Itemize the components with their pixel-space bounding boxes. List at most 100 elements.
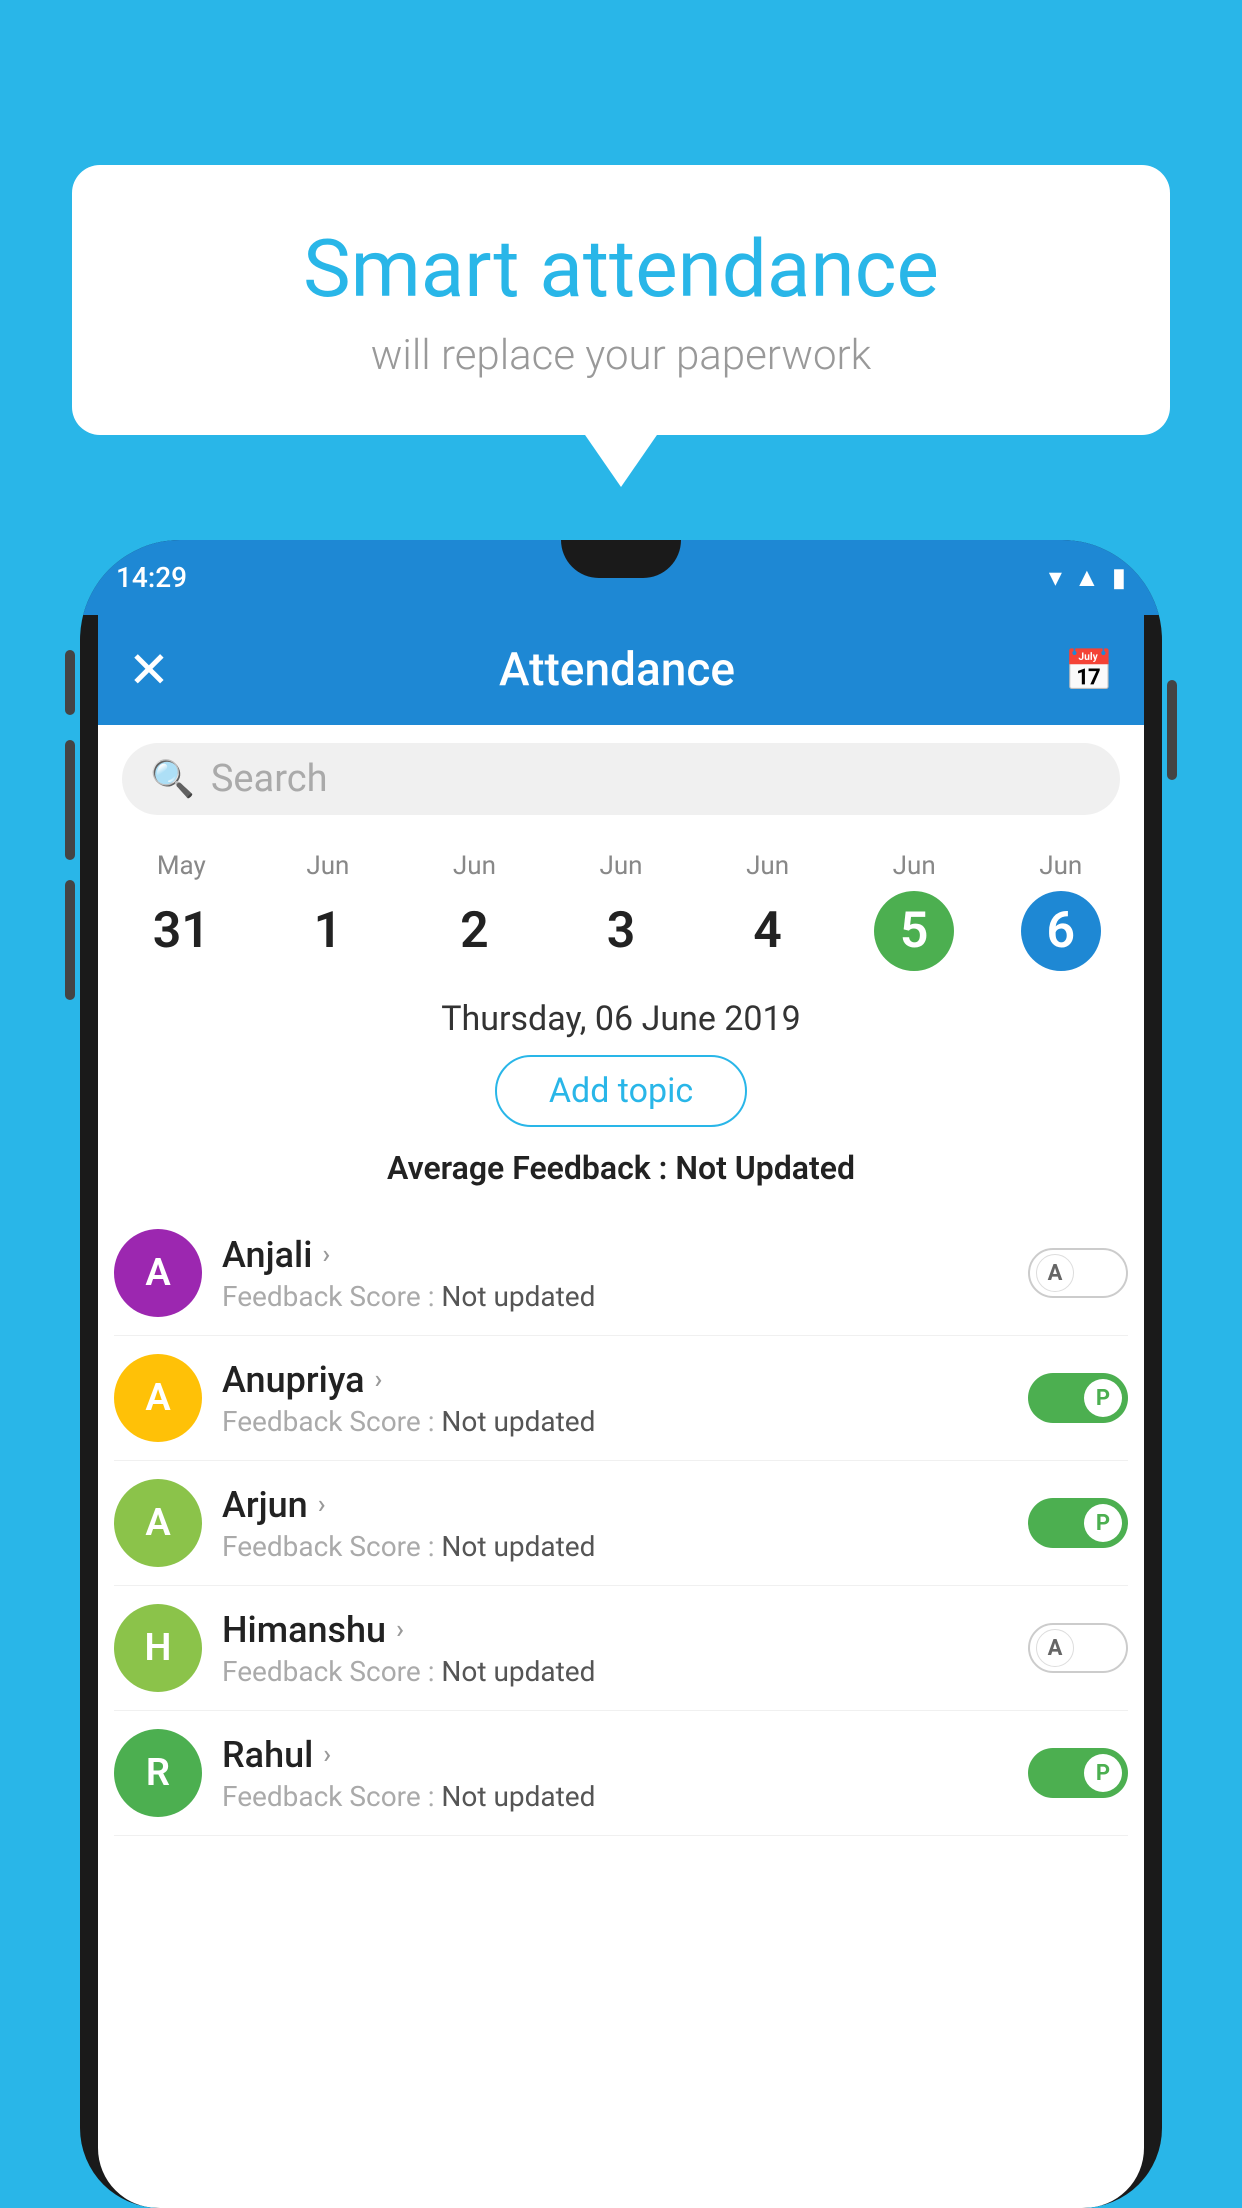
search-bar-container: 🔍 Search [98, 725, 1144, 833]
cal-month-label: Jun [987, 851, 1134, 881]
toggle-knob: P [1084, 1754, 1122, 1792]
toggle-off[interactable]: A [1028, 1248, 1128, 1298]
student-feedback: Feedback Score : Not updated [222, 1280, 1008, 1313]
app-bar-title: Attendance [170, 643, 1064, 697]
search-bar[interactable]: 🔍 Search [122, 743, 1120, 815]
cal-date-number: 5 [874, 891, 954, 971]
cal-month-label: Jun [401, 851, 548, 881]
toggle-off[interactable]: A [1028, 1623, 1128, 1673]
list-item: A Arjun › Feedback Score : Not updated P [114, 1461, 1128, 1586]
avatar: R [114, 1729, 202, 1817]
selected-date: Thursday, 06 June 2019 [98, 971, 1144, 1055]
student-list: AAnjali ›Feedback Score : Not updatedAAA… [98, 1211, 1144, 1836]
app-bar: ✕ Attendance 📅 [98, 615, 1144, 725]
avatar: A [114, 1354, 202, 1442]
attendance-toggle[interactable]: A [1028, 1623, 1128, 1673]
battery-icon: ▮ [1112, 563, 1126, 593]
search-icon: 🔍 [150, 758, 195, 800]
calendar-day[interactable]: Jun 4 [694, 851, 841, 971]
student-info: Arjun › Feedback Score : Not updated [222, 1484, 1008, 1563]
cal-date-number: 4 [728, 891, 808, 971]
toggle-on[interactable]: P [1028, 1498, 1128, 1548]
toggle-on[interactable]: P [1028, 1373, 1128, 1423]
cal-date-number: 1 [288, 891, 368, 971]
volume-silent-button [65, 650, 75, 715]
feedback-value: Not updated [441, 1780, 595, 1813]
attendance-toggle[interactable]: P [1028, 1748, 1128, 1798]
calendar-day[interactable]: Jun 2 [401, 851, 548, 971]
student-feedback: Feedback Score : Not updated [222, 1655, 1008, 1688]
student-name[interactable]: Himanshu › [222, 1609, 1008, 1651]
toggle-knob: P [1084, 1504, 1122, 1542]
student-feedback: Feedback Score : Not updated [222, 1530, 1008, 1563]
cal-month-label: Jun [255, 851, 402, 881]
student-name[interactable]: Anupriya › [222, 1359, 1008, 1401]
toggle-knob: A [1036, 1254, 1074, 1292]
attendance-toggle[interactable]: P [1028, 1498, 1128, 1548]
avatar: A [114, 1229, 202, 1317]
notch [561, 540, 681, 578]
attendance-toggle[interactable]: A [1028, 1248, 1128, 1298]
student-name[interactable]: Arjun › [222, 1484, 1008, 1526]
list-item: A Anjali › Feedback Score : Not updated A [114, 1211, 1128, 1336]
avatar: H [114, 1604, 202, 1692]
cal-month-label: Jun [694, 851, 841, 881]
bubble-title: Smart attendance [122, 225, 1120, 313]
status-icons: ▾ ▲ ▮ [1049, 562, 1126, 593]
avg-feedback-label: Average Feedback : [387, 1149, 675, 1187]
calendar-day[interactable]: Jun 3 [548, 851, 695, 971]
list-item: R Rahul › Feedback Score : Not updated P [114, 1711, 1128, 1836]
avg-feedback-value: Not Updated [675, 1149, 855, 1187]
calendar-day[interactable]: Jun6 [987, 851, 1134, 971]
student-feedback: Feedback Score : Not updated [222, 1780, 1008, 1813]
student-name[interactable]: Rahul › [222, 1734, 1008, 1776]
bubble-subtitle: will replace your paperwork [122, 331, 1120, 380]
calendar-day[interactable]: Jun 1 [255, 851, 402, 971]
search-input[interactable]: Search [211, 757, 328, 801]
wifi-icon: ▾ [1049, 563, 1062, 593]
toggle-knob: A [1036, 1629, 1074, 1667]
status-time: 14:29 [116, 561, 187, 594]
student-info: Anupriya › Feedback Score : Not updated [222, 1359, 1008, 1438]
student-info: Rahul › Feedback Score : Not updated [222, 1734, 1008, 1813]
speech-bubble: Smart attendance will replace your paper… [72, 165, 1170, 435]
chevron-right-icon: › [323, 1740, 331, 1770]
volume-up-button [65, 740, 75, 860]
student-feedback: Feedback Score : Not updated [222, 1405, 1008, 1438]
calendar-day[interactable]: May31 [108, 851, 255, 971]
cal-month-label: Jun [841, 851, 988, 881]
chevron-right-icon: › [322, 1240, 330, 1270]
cal-date-number: 3 [581, 891, 661, 971]
add-topic-button[interactable]: Add topic [495, 1055, 747, 1127]
volume-down-button [65, 880, 75, 1000]
list-item: A Anupriya › Feedback Score : Not updated P [114, 1336, 1128, 1461]
signal-icon: ▲ [1074, 562, 1100, 593]
toggle-on[interactable]: P [1028, 1748, 1128, 1798]
list-item: H Himanshu › Feedback Score : Not updated A [114, 1586, 1128, 1711]
chevron-right-icon: › [396, 1615, 404, 1645]
toggle-knob: P [1084, 1379, 1122, 1417]
phone-screen: ✕ Attendance 📅 🔍 Search May31Jun1Jun2Jun… [98, 615, 1144, 2208]
close-button[interactable]: ✕ [128, 641, 170, 700]
cal-date-number: 31 [141, 891, 221, 971]
student-info: Himanshu › Feedback Score : Not updated [222, 1609, 1008, 1688]
feedback-value: Not updated [441, 1530, 595, 1563]
status-bar: 14:29 ▾ ▲ ▮ [80, 540, 1162, 615]
chevron-right-icon: › [375, 1365, 383, 1395]
power-button [1167, 680, 1177, 780]
feedback-value: Not updated [441, 1655, 595, 1688]
cal-date-number: 2 [434, 891, 514, 971]
calendar-icon[interactable]: 📅 [1064, 647, 1114, 694]
cal-month-label: Jun [548, 851, 695, 881]
feedback-value: Not updated [441, 1405, 595, 1438]
average-feedback: Average Feedback : Not Updated [98, 1149, 1144, 1187]
chevron-right-icon: › [318, 1490, 326, 1520]
calendar-row: May31Jun1Jun2Jun3Jun4Jun5Jun6 [98, 833, 1144, 971]
avatar: A [114, 1479, 202, 1567]
student-name[interactable]: Anjali › [222, 1234, 1008, 1276]
calendar-day[interactable]: Jun 5 [841, 851, 988, 971]
attendance-toggle[interactable]: P [1028, 1373, 1128, 1423]
phone-frame: 14:29 ▾ ▲ ▮ ✕ Attendance 📅 🔍 Search May3… [80, 540, 1162, 2208]
student-info: Anjali › Feedback Score : Not updated [222, 1234, 1008, 1313]
feedback-value: Not updated [441, 1280, 595, 1313]
